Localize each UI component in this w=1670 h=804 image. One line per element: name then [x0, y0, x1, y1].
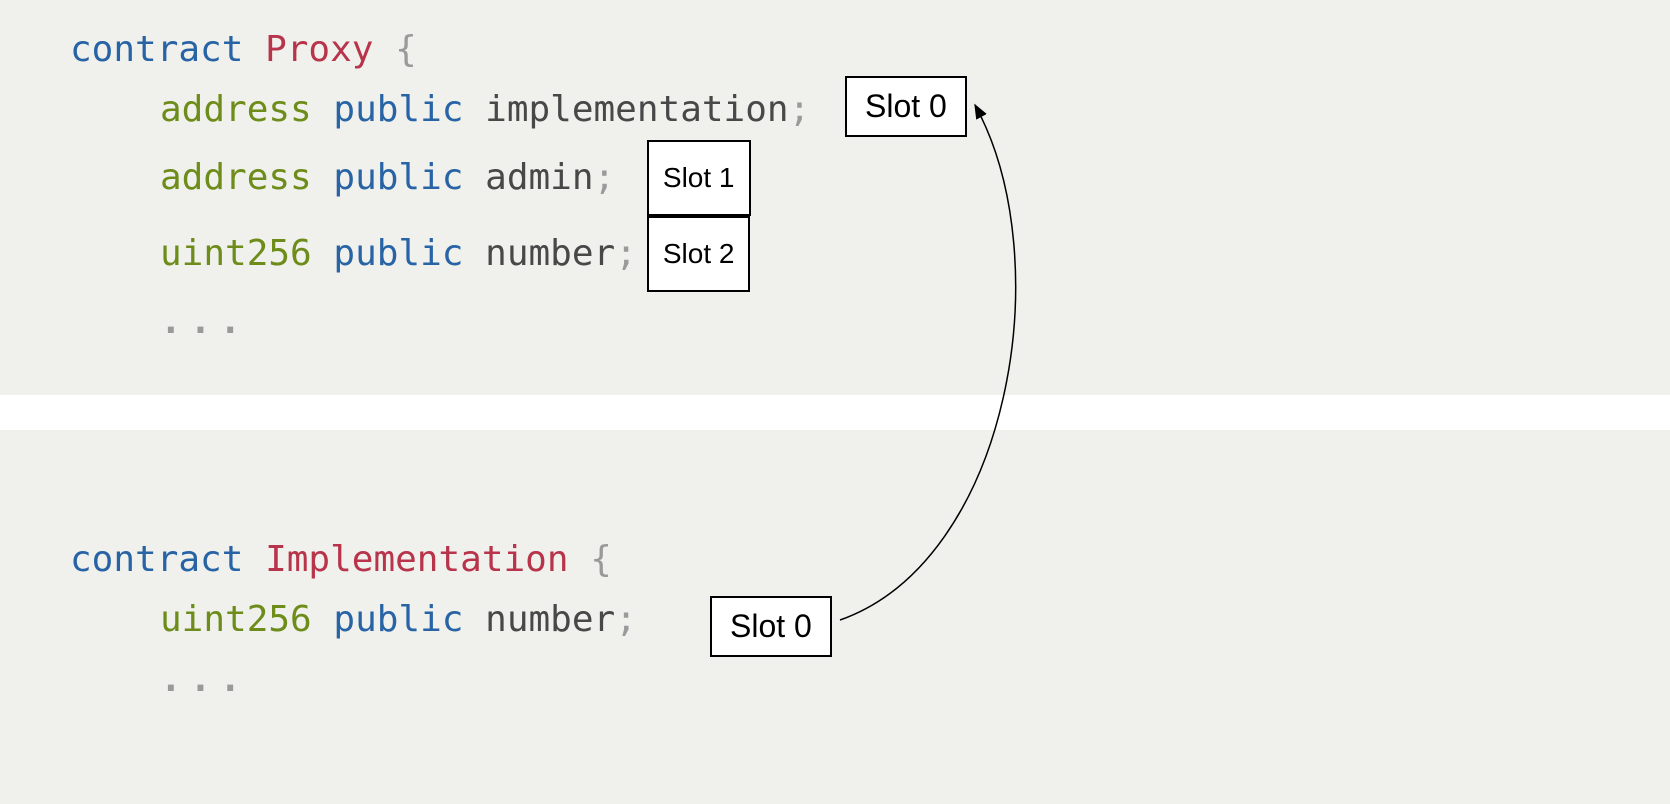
slot-label-0-top: Slot 0 — [845, 76, 967, 137]
semicolon: ; — [615, 224, 637, 284]
impl-line-0: uint256 public number; — [70, 590, 1600, 650]
type: uint256 — [160, 590, 312, 650]
slot-label-2: Slot 2 — [647, 216, 751, 292]
proxy-line-2: uint256 public number;Slot 2 — [70, 216, 1600, 292]
open-brace: { — [395, 20, 417, 80]
identifier: number — [485, 224, 615, 284]
visibility: public — [333, 148, 463, 208]
proxy-decl-line: contract Proxy { — [70, 20, 1600, 80]
slot-label-0-bottom: Slot 0 — [710, 596, 832, 657]
impl-decl-line: contract Implementation { — [70, 530, 1600, 590]
type: address — [160, 80, 312, 140]
contract-name: Implementation — [265, 530, 568, 590]
visibility: public — [333, 80, 463, 140]
open-brace: { — [590, 530, 612, 590]
proxy-ellipsis: ... — [70, 292, 1600, 352]
proxy-code-block: contract Proxy { address public implemen… — [0, 0, 1670, 395]
visibility: public — [333, 224, 463, 284]
ellipsis: ... — [160, 650, 249, 710]
proxy-line-1: address public admin; Slot 1 — [70, 140, 1600, 216]
identifier: implementation — [485, 80, 788, 140]
semicolon: ; — [789, 80, 811, 140]
proxy-line-0: address public implementation; — [70, 80, 1600, 140]
keyword-contract: contract — [70, 530, 243, 590]
type: uint256 — [160, 224, 312, 284]
semicolon: ; — [594, 148, 616, 208]
visibility: public — [333, 590, 463, 650]
type: address — [160, 148, 312, 208]
identifier: number — [485, 590, 615, 650]
semicolon: ; — [615, 590, 637, 650]
impl-code-block: contract Implementation { uint256 public… — [0, 430, 1670, 804]
identifier: admin — [485, 148, 593, 208]
contract-name: Proxy — [265, 20, 373, 80]
ellipsis: ... — [160, 292, 249, 352]
impl-ellipsis: ... — [70, 650, 1600, 710]
keyword-contract: contract — [70, 20, 243, 80]
slot-label-1: Slot 1 — [647, 140, 751, 216]
